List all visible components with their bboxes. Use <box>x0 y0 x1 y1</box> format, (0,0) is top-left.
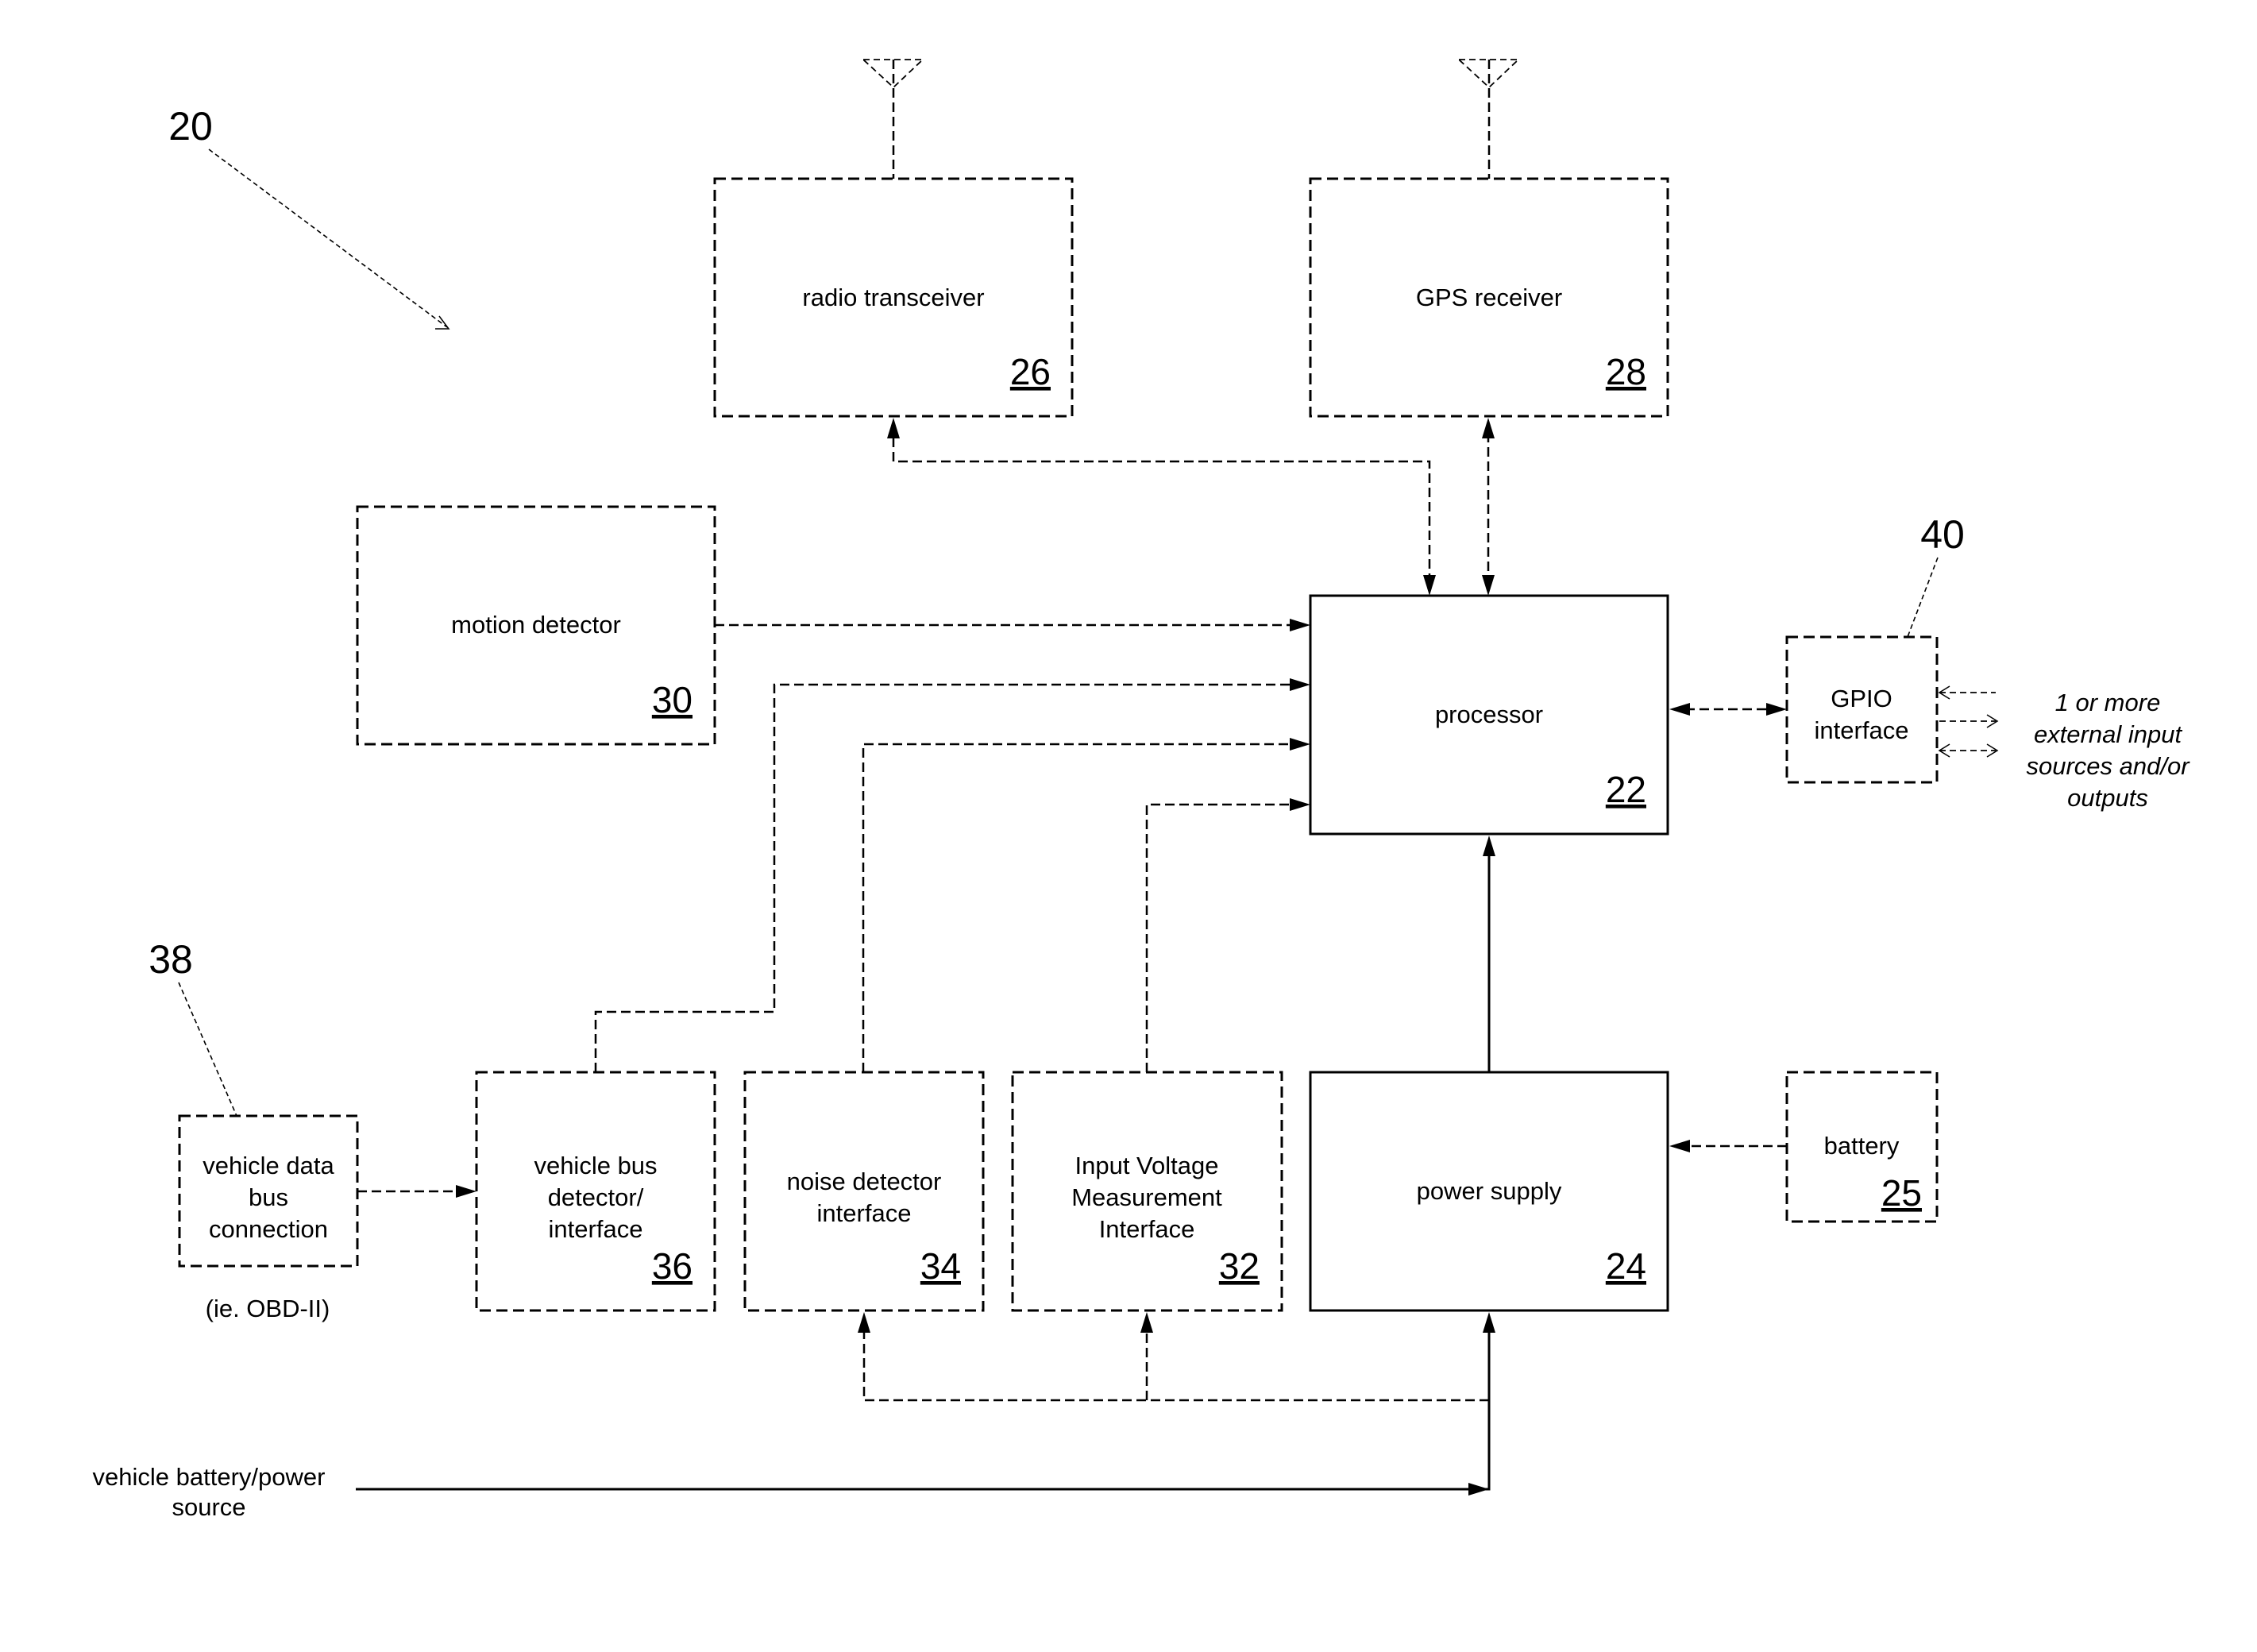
radio-transceiver-block: radio transceiver 26 <box>713 177 1074 418</box>
noise-label-line-1: noise detector <box>787 1168 942 1195</box>
external-io-note: 1 or more external input sources and/or … <box>2026 689 2190 812</box>
vehicle-bus-detector-block: vehicle bus detector/ interface 36 <box>475 1071 716 1312</box>
bus-detector-ref: 36 <box>652 1245 693 1287</box>
input-voltage-power-arrowhead <box>1140 1312 1153 1333</box>
data-bus-arrowhead <box>456 1185 476 1198</box>
gpio-callout-leader <box>1907 557 1939 638</box>
data-bus-label-line-2: bus <box>249 1183 288 1211</box>
battery-block: battery 25 <box>1785 1071 1939 1223</box>
battery-arrowhead <box>1669 1140 1690 1152</box>
vehicle-data-bus-connection-block: vehicle data bus connection (ie. OBD-II)… <box>149 937 359 1322</box>
gpio-callout-number: 40 <box>1920 512 1965 557</box>
gpio-label-line-1: GPIO <box>1831 685 1892 712</box>
bus-detector-processor-link <box>594 683 1294 1072</box>
processor-top-arrowhead-2 <box>1482 575 1495 596</box>
battery-ref: 25 <box>1881 1172 1922 1214</box>
motion-detector-label: motion detector <box>451 611 621 639</box>
block-diagram: 20 radio transceiver 26 GPS receiver 28 … <box>93 59 2190 1521</box>
processor-top-arrowhead-1 <box>1423 575 1436 596</box>
input-voltage-block: Input Voltage Measurement Interface 32 <box>1011 1071 1283 1312</box>
processor-radio-link <box>892 433 1431 583</box>
gpio-left-arrowhead <box>1669 703 1690 716</box>
gpio-label-line-2: interface <box>1815 716 1909 744</box>
figure-callout: 20 <box>168 104 450 330</box>
bus-detector-label-line-1: vehicle bus <box>534 1152 657 1179</box>
data-bus-callout-leader <box>178 982 237 1117</box>
noise-processor-link <box>862 743 1294 1072</box>
external-io-arrows <box>1938 685 1999 758</box>
figure-leader-arrowhead <box>435 315 450 330</box>
input-voltage-processor-link <box>1145 803 1294 1072</box>
bus-detector-arrowhead <box>1290 678 1310 691</box>
radio-transceiver-ref: 26 <box>1010 351 1051 392</box>
input-voltage-ref: 32 <box>1219 1245 1260 1287</box>
radio-arrowhead <box>887 418 900 438</box>
bus-detector-label-line-2: detector/ <box>548 1183 644 1211</box>
vehicle-power-source-link <box>356 1328 1491 1491</box>
input-voltage-label-line-3: Interface <box>1099 1215 1195 1243</box>
gps-antenna-icon <box>1456 59 1521 179</box>
noise-arrowhead <box>1290 738 1310 751</box>
power-supply-ref: 24 <box>1606 1245 1646 1287</box>
power-to-noise-link <box>862 1328 1489 1402</box>
motion-detector-ref: 30 <box>652 679 693 720</box>
bus-detector-label-line-3: interface <box>549 1215 643 1243</box>
radio-antenna-icon <box>861 59 925 179</box>
figure-ref-number: 20 <box>168 104 213 149</box>
gpio-interface-block: GPIO interface 40 <box>1785 512 1965 784</box>
noise-detector-block: noise detector interface 34 <box>743 1071 985 1312</box>
power-source-line-1: vehicle battery/power <box>93 1463 326 1491</box>
noise-ref: 34 <box>920 1245 961 1287</box>
data-bus-label-line-3: connection <box>209 1215 328 1243</box>
motion-arrowhead <box>1290 619 1310 631</box>
obd-note: (ie. OBD-II) <box>206 1295 330 1322</box>
power-supply-block: power supply 24 <box>1309 1071 1669 1312</box>
processor-block: processor 22 <box>1309 594 1669 836</box>
gps-receiver-ref: 28 <box>1606 351 1646 392</box>
power-source-note: vehicle battery/power source <box>93 1463 326 1521</box>
power-supply-input-arrowhead <box>1483 1312 1495 1333</box>
power-to-processor-arrowhead <box>1483 836 1495 856</box>
power-supply-label: power supply <box>1417 1177 1562 1205</box>
source-junction-arrowhead <box>1468 1483 1489 1496</box>
data-bus-callout-number: 38 <box>149 937 193 982</box>
input-voltage-label-line-1: Input Voltage <box>1075 1152 1219 1179</box>
external-io-line-1: 1 or more <box>2055 689 2161 716</box>
battery-label: battery <box>1824 1132 1900 1160</box>
gpio-right-arrowhead <box>1766 703 1787 716</box>
power-source-line-2: source <box>172 1493 245 1521</box>
external-io-line-3: sources and/or <box>2026 752 2190 780</box>
motion-detector-block: motion detector 30 <box>356 505 716 746</box>
gps-arrowhead <box>1482 418 1495 438</box>
noise-power-arrowhead <box>858 1312 870 1333</box>
external-io-line-4: outputs <box>2067 784 2148 812</box>
noise-label-line-2: interface <box>817 1199 912 1227</box>
input-voltage-arrowhead <box>1290 798 1310 811</box>
gps-receiver-label: GPS receiver <box>1416 284 1562 311</box>
figure-leader-line <box>208 149 448 328</box>
processor-ref: 22 <box>1606 769 1646 810</box>
external-io-line-2: external input <box>2034 720 2183 748</box>
radio-transceiver-label: radio transceiver <box>802 284 984 311</box>
processor-label: processor <box>1435 701 1543 728</box>
data-bus-label-line-1: vehicle data <box>203 1152 334 1179</box>
input-voltage-label-line-2: Measurement <box>1071 1183 1222 1211</box>
gps-receiver-block: GPS receiver 28 <box>1309 177 1669 418</box>
